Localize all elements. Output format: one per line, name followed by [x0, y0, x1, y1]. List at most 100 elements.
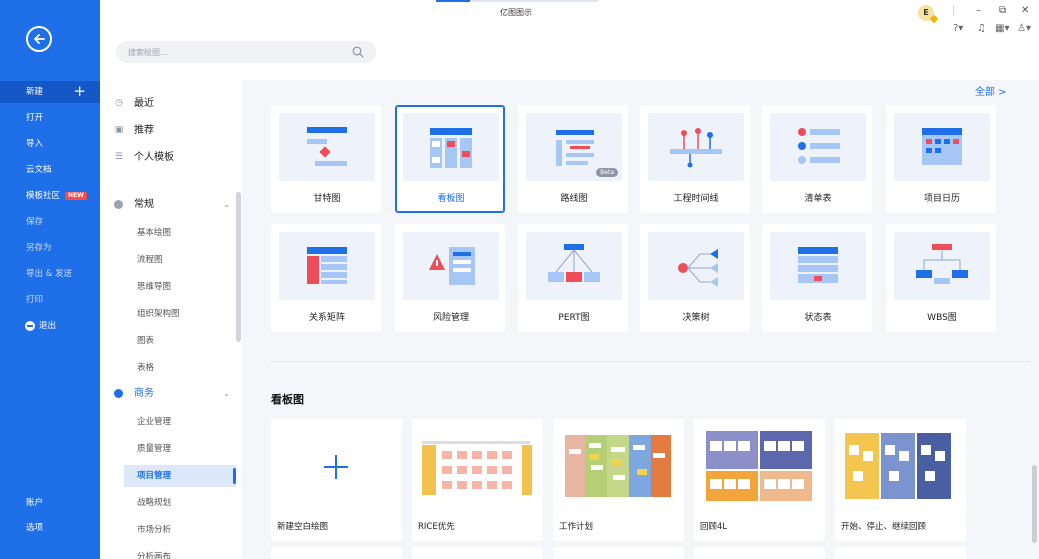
nav-exit[interactable]: 退出 — [0, 315, 100, 337]
cat-item-chart[interactable]: 图表 — [124, 330, 236, 352]
beta-badge: Beta — [596, 168, 618, 177]
example-card-partial[interactable] — [271, 547, 402, 559]
cat-item-orgchart[interactable]: 组织架构图 — [124, 303, 236, 325]
example-card-partial[interactable] — [553, 547, 684, 559]
nav-template-community[interactable]: 模板社区 NEW — [0, 185, 100, 207]
example-card-partial[interactable] — [694, 547, 825, 559]
cat-recent[interactable]: ◷ 最近 — [114, 95, 154, 113]
template-card-timeline[interactable]: 工程时间线 — [640, 105, 750, 213]
clock-icon: ◷ — [115, 98, 123, 108]
arrow-left-icon — [34, 34, 45, 44]
general-group-icon — [114, 199, 123, 209]
cat-item-enterprise[interactable]: 企业管理 — [124, 411, 236, 433]
close-icon[interactable]: ✕ — [1021, 5, 1029, 16]
template-label: 项目日历 — [923, 194, 960, 204]
example-card-4l-retro[interactable]: 回顾4L — [694, 419, 825, 541]
minimize-icon[interactable]: – — [976, 5, 981, 16]
separator: | — [952, 5, 956, 16]
star-icon: ▣ — [114, 125, 124, 135]
nav-export-send[interactable]: 导出 & 发送 — [0, 263, 100, 285]
nav-print-label: 打印 — [26, 295, 44, 305]
template-card-checklist[interactable]: 清单表 — [762, 105, 872, 213]
cat-item-canvas[interactable]: 分析画布 — [124, 546, 236, 559]
nav-print[interactable]: 打印 — [0, 289, 100, 311]
group-general-label: 常规 — [134, 199, 154, 210]
app-title: 亿图图示 — [500, 8, 532, 17]
nav-save[interactable]: 保存 — [0, 211, 100, 233]
cat-item-project[interactable]: 项目管理 — [124, 465, 236, 487]
example-card-rice[interactable]: RICE优先 — [412, 419, 543, 541]
nav-cloud-docs[interactable]: 云文档 — [0, 159, 100, 181]
cat-item-basic[interactable]: 基本绘图 — [124, 222, 236, 244]
cat-item-market[interactable]: 市场分析 — [124, 519, 236, 541]
example-card-work-plan[interactable]: 工作计划 — [553, 419, 684, 541]
group-business[interactable]: 商务 ⌄ — [114, 385, 234, 403]
back-button[interactable] — [26, 26, 52, 52]
example-card-start-stop-continue[interactable]: 开始、停止、继续回顾 — [835, 419, 966, 541]
apps-icon[interactable]: ▦▾ — [995, 23, 1009, 34]
cat-item-quality[interactable]: 质量管理 — [124, 438, 236, 460]
restore-icon[interactable]: ⧉ — [999, 5, 1006, 16]
template-card-risk[interactable]: 风险管理 — [395, 224, 505, 332]
all-link[interactable]: 全部 > — [975, 83, 1007, 98]
retro-4l-thumb — [694, 419, 825, 514]
calendar-icon — [894, 113, 990, 181]
search-icon[interactable] — [352, 46, 364, 58]
template-label: PERT图 — [558, 313, 590, 323]
wbs-icon — [894, 232, 990, 300]
cat-recommended[interactable]: ▣ 推荐 — [114, 122, 154, 140]
example-label: 回顾4L — [700, 522, 728, 532]
cat-personal-templates[interactable]: ☰ 个人模板 — [114, 149, 174, 167]
nav-save-label: 保存 — [26, 217, 44, 227]
nav-import[interactable]: 导入 — [0, 133, 100, 155]
nav-options[interactable]: 选项 — [0, 517, 100, 539]
search-input[interactable] — [128, 45, 348, 59]
help-icon[interactable]: ?▾ — [953, 23, 963, 34]
template-card-roadmap[interactable]: Beta 路线图 — [518, 105, 628, 213]
cat-item-table[interactable]: 表格 — [124, 357, 236, 379]
nav-new[interactable]: 新建 + — [0, 81, 100, 103]
group-business-label: 商务 — [134, 388, 154, 399]
nav-template-community-label: 模板社区 — [26, 191, 61, 201]
template-card-pert[interactable]: PERT图 — [518, 224, 628, 332]
pert-icon — [526, 232, 622, 300]
cat-item-strategy[interactable]: 战略规划 — [124, 492, 236, 514]
template-card-matrix[interactable]: 关系矩阵 — [271, 224, 381, 332]
template-card-decision-tree[interactable]: 决策树 — [640, 224, 750, 332]
template-card-calendar[interactable]: 项目日历 — [886, 105, 996, 213]
group-general[interactable]: 常规 ⌄ — [114, 196, 234, 214]
template-card-gantt[interactable]: 甘特图 — [271, 105, 381, 213]
bell-icon[interactable]: ♫ — [977, 23, 986, 34]
example-card-blank[interactable]: 新建空白绘图 — [271, 419, 402, 541]
business-group-icon — [114, 388, 123, 398]
nav-save-as[interactable]: 另存为 — [0, 237, 100, 259]
scrollbar[interactable] — [236, 192, 241, 342]
template-label: 看板图 — [437, 194, 465, 204]
nav-open-label: 打开 — [26, 113, 44, 123]
template-icon: ☰ — [114, 152, 124, 162]
nav-cloud-docs-label: 云文档 — [26, 165, 52, 175]
blank-canvas-thumb — [271, 419, 402, 514]
nav-account[interactable]: 账户 — [0, 492, 100, 514]
template-card-kanban[interactable]: 看板图 — [395, 105, 505, 213]
search-box[interactable] — [116, 41, 376, 63]
cat-item-flowchart[interactable]: 流程图 — [124, 249, 236, 271]
matrix-icon — [279, 232, 375, 300]
shirt-icon[interactable]: ♙▾ — [1017, 23, 1031, 34]
app-window: 新建 + 打开 导入 云文档 模板社区 NEW 保存 另存为 导出 & 发送 打印… — [0, 0, 1039, 559]
template-card-status-table[interactable]: 状态表 — [762, 224, 872, 332]
section-title: 看板图 — [271, 393, 304, 406]
user-avatar[interactable]: E — [918, 5, 934, 21]
scrollbar[interactable] — [1032, 465, 1037, 543]
nav-open[interactable]: 打开 — [0, 107, 100, 129]
section-divider — [270, 361, 1030, 362]
example-card-partial[interactable] — [412, 547, 543, 559]
example-label: 开始、停止、继续回顾 — [841, 522, 927, 532]
example-card-partial[interactable] — [835, 547, 966, 559]
cat-item-mindmap[interactable]: 思维导图 — [124, 276, 236, 298]
template-card-wbs[interactable]: WBS图 — [886, 224, 996, 332]
decision-tree-icon — [648, 232, 744, 300]
template-label: 甘特图 — [313, 194, 341, 204]
chevron-down-icon: ⌄ — [223, 389, 230, 398]
template-label: 路线图 — [560, 194, 588, 204]
